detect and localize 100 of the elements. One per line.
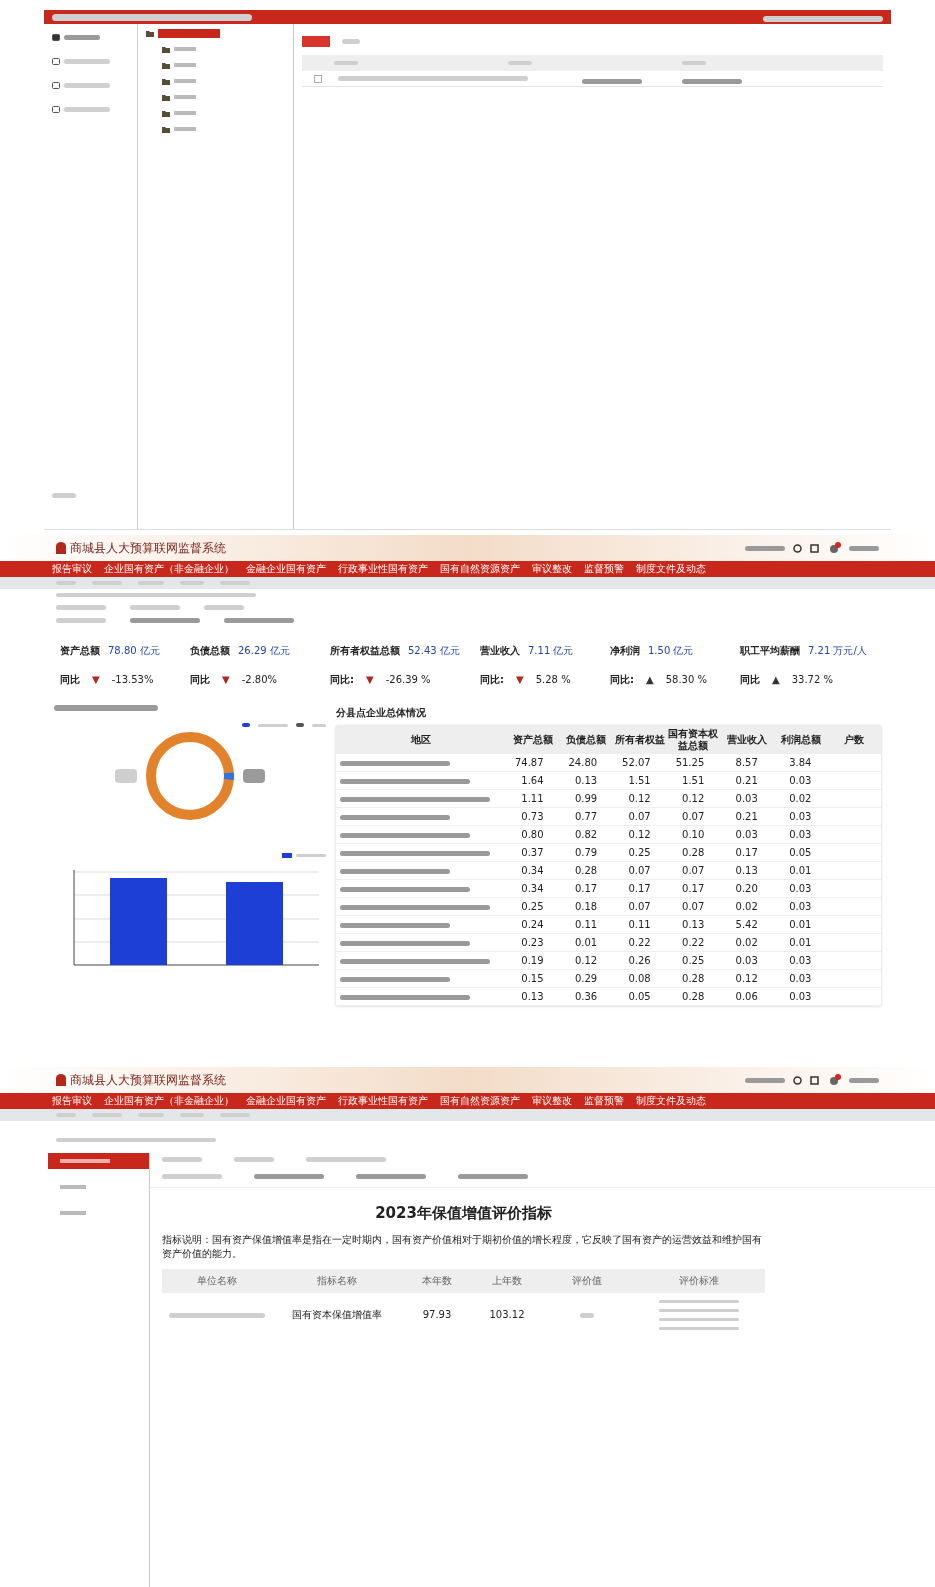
bell-icon[interactable] [793,543,802,553]
change-label: 同比 [190,673,210,687]
table-cell-text: 0.03 [788,972,813,986]
nav-item[interactable]: 企业国有资产（非金融企业） [104,564,234,574]
nav-item[interactable]: 行政事业性国有资产 [338,1096,428,1106]
change-value: 33.72 % [791,673,833,687]
table-cell-text: 0.20 [734,882,759,896]
table-cell-text: 97.93 [421,1308,453,1322]
nav-item[interactable]: 国有自然资源资产 [440,1096,520,1106]
change-label: 同比 [740,673,760,687]
table-cell-text: 0.99 [573,792,599,806]
table-cell-text: 0.24 [520,918,545,932]
column-header: 指标名称 [316,1274,358,1288]
nav-item[interactable]: 行政事业性国有资产 [338,564,428,574]
table-cell-text: 0.06 [734,990,759,1004]
table-cell-text: 1.64 [520,774,545,788]
table-cell-text: 0.13 [681,918,706,932]
nav-item[interactable]: 报告审议 [52,1096,92,1106]
column-header: 地区 [410,733,432,747]
indicator-description: 指标说明：国有资产保值增值率是指在一定时期内，国有资产价值相对于期初价值的增长程度，它反映了国有资产的运营效益和维护国有资产价值的能力。 [162,1232,763,1261]
table-cell-text: 0.05 [788,846,813,860]
table-cell-text: 0.13 [734,864,759,878]
square-icon[interactable] [810,543,819,553]
blurred-text [342,39,360,44]
table-cell-text: 0.11 [627,918,652,932]
blurred-text [56,605,106,610]
table-cell-text: 0.25 [681,954,706,968]
change-label: 同比: [330,673,354,687]
kpi-label: 所有者权益总额 [330,644,400,658]
nav-item[interactable]: 审议整改 [532,1096,572,1106]
table-cell-text: 0.21 [734,774,759,788]
table-cell-text: 0.01 [788,918,813,932]
table-cell-text: 0.07 [627,864,652,878]
table-cell-text: 国有资本保值增值率 [291,1308,383,1322]
blurred-text [64,106,110,112]
nav-item[interactable]: 国有自然资源资产 [440,564,520,574]
logo-icon [56,542,66,554]
table-cell-text: 0.18 [573,900,599,914]
column-header: 资产总额 [511,733,554,747]
table-cell-text: 0.01 [573,936,599,950]
kpi-label: 净利润 [610,644,640,658]
table-cell-text: 0.37 [520,846,545,860]
nav-item[interactable]: 报告审议 [52,564,92,574]
user-icon[interactable] [827,1074,841,1086]
blurred-text [296,854,326,857]
table-cell-text: 0.29 [573,972,599,986]
blurred-text [56,618,106,623]
blurred-text [356,1174,426,1179]
table-cell-text: 0.34 [520,882,545,896]
user-icon[interactable] [827,542,841,554]
blurred-text [254,1174,324,1179]
column-header: 单位名称 [196,1274,238,1288]
kpi-value: 78.80 亿元 [108,644,160,658]
table-cell-text: 0.15 [520,972,545,986]
table-cell-text: 1.51 [627,774,652,788]
table-cell-text: 0.17 [681,882,706,896]
nav-item[interactable]: 制度文件及动态 [636,1096,706,1106]
table-cell-text: 24.80 [567,756,599,770]
square-icon[interactable] [810,1075,819,1085]
table-cell-text: 0.25 [520,900,545,914]
nav-item[interactable]: 制度文件及动态 [636,564,706,574]
blurred-text [745,545,785,551]
side-menu-item[interactable] [48,1153,149,1169]
table-cell-text: 0.03 [788,882,813,896]
blurred-text [745,1077,785,1083]
nav-item[interactable]: 监督预警 [584,1096,624,1106]
table-cell-text: 0.79 [573,846,599,860]
blurred-text [234,1157,274,1162]
column-header: 评价标准 [677,1274,720,1288]
legend-swatch [242,723,250,727]
blurred-text [162,1157,202,1162]
blurred-text [64,82,110,88]
change-value: -13.53% [111,673,154,687]
table-cell-text: 0.10 [681,828,706,842]
table-cell-text: 0.03 [734,954,759,968]
blurred-text [243,769,265,783]
column-header: 上年数 [491,1274,523,1288]
blurred-text [64,34,100,40]
blurred-text [849,1077,879,1083]
nav-item[interactable]: 企业国有资产（非金融企业） [104,1096,234,1106]
table-cell-text: 1.11 [520,792,545,806]
bell-icon[interactable] [793,1075,802,1085]
app-title: 商城县人大预算联网监督系统 [70,540,226,557]
nav-item[interactable]: 监督预警 [584,564,624,574]
nav-item[interactable]: 金融企业国有资产 [246,564,326,574]
nav-item[interactable]: 金融企业国有资产 [246,1096,326,1106]
table-cell-text: 0.17 [573,882,599,896]
nav-item[interactable]: 审议整改 [532,564,572,574]
table-cell-text: 0.07 [681,900,706,914]
table-cell-text: 0.07 [681,810,706,824]
square-icon [52,105,60,113]
table-cell-text: 0.13 [520,990,545,1004]
table-cell-text: 0.03 [788,900,813,914]
table-cell-text: 0.12 [573,954,599,968]
blurred-text [162,1174,222,1179]
table-cell-text: 103.12 [488,1308,526,1322]
kpi-value: 7.21 万元/人 [808,644,867,658]
table-cell-text: 3.84 [788,756,813,770]
table-cell-text: 0.02 [734,900,759,914]
table-cell-text: 0.03 [788,828,813,842]
